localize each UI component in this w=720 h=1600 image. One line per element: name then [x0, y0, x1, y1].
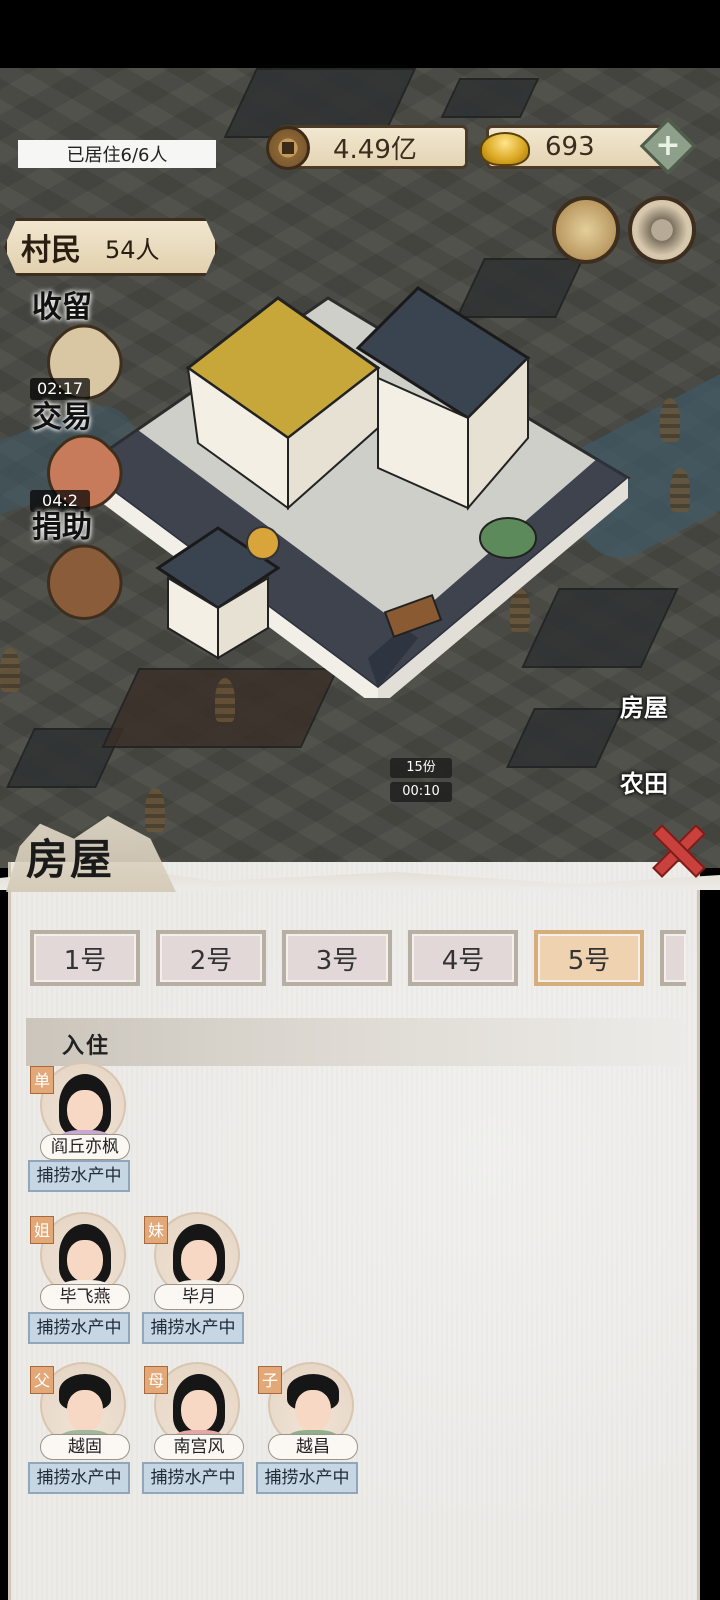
face: [67, 1090, 103, 1132]
panel-title: 房屋: [26, 835, 115, 884]
close-icon[interactable]: [650, 824, 702, 874]
harvest-count-tag: 15份: [390, 758, 452, 778]
shelter-label: 收留: [32, 290, 92, 325]
resident-status-chip: 捕捞水产中: [256, 1462, 358, 1494]
tab-house-next[interactable]: [660, 930, 686, 986]
pagoda-tree: [145, 788, 165, 832]
tab-house-5[interactable]: 5号: [534, 930, 644, 986]
resident-name: 南宫风: [154, 1434, 244, 1460]
courtyard-house[interactable]: [78, 268, 638, 698]
building[interactable]: [440, 78, 540, 118]
trade-label: 交易: [32, 400, 92, 435]
settings-gear-icon[interactable]: [628, 196, 696, 264]
villager-count-badge[interactable]: 村民 54人: [4, 218, 218, 276]
trade-button[interactable]: 交易: [22, 400, 137, 526]
copper-coin-icon: [266, 126, 310, 170]
tab-house-1[interactable]: 1号: [30, 930, 140, 986]
resident-status: 已居住6/6人: [18, 140, 216, 168]
resident-status-chip: 捕捞水产中: [142, 1462, 244, 1494]
resident-status-chip: 捕捞水产中: [142, 1312, 244, 1344]
relation-tag: 母: [144, 1366, 168, 1394]
section-header: 入住: [26, 1018, 686, 1066]
resident-name: 越昌: [268, 1434, 358, 1460]
harvest-timer-tag: 00:10: [390, 782, 452, 802]
face: [67, 1240, 103, 1282]
building[interactable]: [506, 708, 624, 768]
pagoda-tree: [0, 648, 20, 692]
resident-status-chip: 捕捞水产中: [28, 1462, 130, 1494]
resident-status-chip: 捕捞水产中: [28, 1160, 130, 1192]
donate-button[interactable]: 捐助: [22, 510, 137, 636]
resident-name: 阎丘亦枫: [40, 1134, 130, 1160]
gold-value: 693: [545, 132, 595, 162]
resident-name: 毕飞燕: [40, 1284, 130, 1310]
relation-tag: 子: [258, 1366, 282, 1394]
ledger-icon[interactable]: [552, 196, 620, 264]
relation-tag: 父: [30, 1366, 54, 1394]
section-title: 入住: [62, 1033, 111, 1059]
plus-icon: +: [655, 128, 681, 163]
status-bar: [0, 0, 720, 68]
relation-tag: 妹: [144, 1216, 168, 1244]
tab-house-3[interactable]: 3号: [282, 930, 392, 986]
tab-house-4[interactable]: 4号: [408, 930, 518, 986]
relation-tag: 姐: [30, 1216, 54, 1244]
face: [295, 1390, 331, 1432]
pagoda-tree: [660, 398, 680, 442]
farmland-map-label[interactable]: 农田: [614, 764, 674, 799]
shelter-button[interactable]: 收留: [22, 290, 137, 416]
face: [181, 1240, 217, 1282]
face: [67, 1390, 103, 1432]
resident-name: 毕月: [154, 1284, 244, 1310]
tab-house-2[interactable]: 2号: [156, 930, 266, 986]
copper-value: 4.49亿: [333, 134, 417, 165]
face: [181, 1390, 217, 1432]
pagoda-tree: [670, 468, 690, 512]
villagers-label: 村民: [21, 233, 81, 268]
resident-status-chip: 捕捞水产中: [28, 1312, 130, 1344]
gold-ingot-icon: [480, 132, 530, 166]
villagers-count: 54人: [105, 235, 160, 264]
house-map-label[interactable]: 房屋: [614, 688, 674, 723]
donate-label: 捐助: [32, 510, 92, 545]
relation-tag: 单: [30, 1066, 54, 1094]
resident-name: 越固: [40, 1434, 130, 1460]
